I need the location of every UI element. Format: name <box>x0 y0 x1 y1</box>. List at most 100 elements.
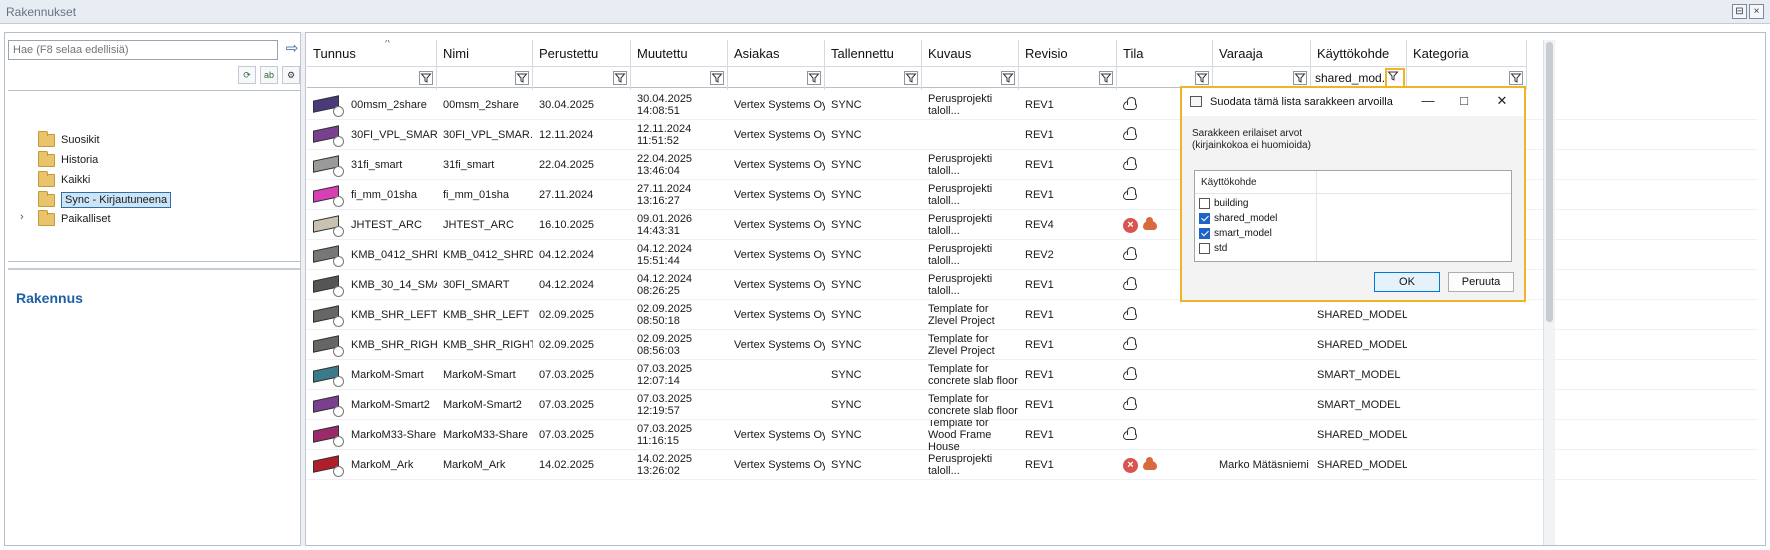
tree-item-historia[interactable]: Historia <box>38 150 98 169</box>
column-header[interactable]: Tallennettu <box>825 40 922 90</box>
cloud-icon[interactable] <box>1123 336 1137 350</box>
table-row[interactable]: JHTEST_ARC JHTEST_ARC 16.10.2025 09.01.2026… <box>307 210 1757 240</box>
column-header[interactable]: Varaaja <box>1213 40 1311 90</box>
table-row[interactable]: fi_mm_01sha fi_mm_01sha 27.11.2024 27.11.20… <box>307 180 1757 210</box>
panel-splitter[interactable] <box>300 32 306 546</box>
filter-icon[interactable] <box>904 71 918 85</box>
column-header[interactable]: Tila <box>1117 40 1213 90</box>
column-filter-box[interactable] <box>631 66 727 88</box>
column-filter-box[interactable] <box>922 66 1018 88</box>
scrollbar-thumb[interactable] <box>1546 42 1553 322</box>
filter-icon[interactable] <box>1385 68 1405 88</box>
cloud-icon[interactable] <box>1123 276 1137 290</box>
table-row[interactable]: 31fi_smart 31fi_smart 22.04.2025 22.04.2025… <box>307 150 1757 180</box>
filter-icon[interactable] <box>1509 71 1523 85</box>
column-header[interactable]: Asiakas <box>728 40 825 90</box>
column-header[interactable]: Perustettu <box>533 40 631 90</box>
option-shared-model[interactable]: shared_model <box>1199 211 1277 226</box>
table-row[interactable]: 00msm_2share 00msm_2share 30.04.2025 30.04.… <box>307 90 1757 120</box>
cloud-icon[interactable] <box>1123 306 1137 320</box>
table-row[interactable]: KMB_30_14_SMART130FI_SMART04.12.202404.1… <box>307 270 1757 300</box>
filter-icon[interactable] <box>1099 71 1113 85</box>
column-filter-box[interactable] <box>1213 66 1310 88</box>
cloud-icon[interactable] <box>1123 396 1137 410</box>
option-smart-model[interactable]: smart_model <box>1199 226 1272 241</box>
ok-button[interactable]: OK <box>1374 272 1440 292</box>
cloud-icon[interactable] <box>1123 426 1137 440</box>
vertical-scrollbar[interactable] <box>1543 40 1555 545</box>
column-header[interactable]: Muutettu <box>631 40 728 90</box>
close-button[interactable]: × <box>1749 4 1764 19</box>
maximize-icon[interactable]: □ <box>1454 93 1474 108</box>
cell-muutettu: 12.11.2024 11:51:52 <box>631 120 728 150</box>
cloud-icon[interactable] <box>1123 126 1137 140</box>
settings-icon[interactable]: ⚙ <box>282 66 300 84</box>
error-icon[interactable]: × <box>1123 457 1138 473</box>
table-row[interactable]: MarkoM-Smart MarkoM-Smart 07.03.2025 07.03.… <box>307 360 1757 390</box>
column-header[interactable]: Kategoria <box>1407 40 1527 90</box>
column-filter-box[interactable] <box>533 66 630 88</box>
column-header[interactable]: Tunnus ^ <box>307 40 437 90</box>
cloud-icon[interactable] <box>1123 366 1137 380</box>
model-thumbnail <box>309 212 349 238</box>
tree-item-paikalliset[interactable]: Paikalliset <box>38 209 111 228</box>
column-filter-box[interactable] <box>728 66 824 88</box>
column-header[interactable]: Kuvaus <box>922 40 1019 90</box>
filter-icon[interactable] <box>419 71 433 85</box>
checkbox[interactable] <box>1199 198 1210 209</box>
arrow-right-icon[interactable]: ⇨ <box>284 41 300 57</box>
option-std[interactable]: std <box>1199 241 1227 256</box>
column-filter-box[interactable] <box>825 66 921 88</box>
filter-icon[interactable] <box>1001 71 1015 85</box>
column-filter-box[interactable]: shared_mod... <box>1311 66 1406 88</box>
filter-icon[interactable] <box>710 71 724 85</box>
tree-item-suosikit[interactable]: Suosikit <box>38 130 100 149</box>
table-row[interactable]: KMB_SHR_RIGHT KMB_SHR_RIGHT 02.09.2025 02.0… <box>307 330 1757 360</box>
checkbox[interactable] <box>1199 213 1210 224</box>
close-icon[interactable]: ✕ <box>1492 93 1512 109</box>
cloud-icon[interactable] <box>1123 96 1137 110</box>
minimize-icon[interactable]: — <box>1418 93 1438 108</box>
column-filter-box[interactable] <box>1117 66 1212 88</box>
filter-icon[interactable] <box>807 71 821 85</box>
abc-icon[interactable]: ab <box>260 66 278 84</box>
cancel-button[interactable]: Peruuta <box>1448 272 1514 292</box>
filter-icon[interactable] <box>613 71 627 85</box>
column-filter-box[interactable] <box>1019 66 1116 88</box>
checkbox[interactable] <box>1199 243 1210 254</box>
table-row[interactable]: MarkoM_Ark MarkoM_Ark 14.02.2025 14.02.2025… <box>307 450 1757 480</box>
cell-text: Vertex Systems Oy <box>734 249 825 261</box>
table-row[interactable]: MarkoM33-Share MarkoM33-Share 07.03.2025 07… <box>307 420 1757 450</box>
restore-button[interactable]: ⊟ <box>1732 4 1747 19</box>
sort-ascending-icon[interactable]: ^ <box>385 40 390 49</box>
cloud-icon[interactable] <box>1123 186 1137 200</box>
cell-text: 14.02.2025 <box>539 459 595 471</box>
option-building[interactable]: building <box>1199 196 1248 211</box>
table-row[interactable]: 30FI_VPL_SMART1 30FI_VPL_SMAR... 12.11.202… <box>307 120 1757 150</box>
table-row[interactable]: MarkoM-Smart2 MarkoM-Smart2 07.03.2025 07.0… <box>307 390 1757 420</box>
search-input[interactable] <box>8 40 278 60</box>
tree-item-kaikki[interactable]: Kaikki <box>38 170 90 189</box>
column-filter-box[interactable] <box>307 66 436 88</box>
filter-icon[interactable] <box>1293 71 1307 85</box>
column-header[interactable]: Nimi <box>437 40 533 90</box>
checkbox[interactable] <box>1199 228 1210 239</box>
cloud-upload-icon[interactable] <box>1143 216 1157 230</box>
column-header[interactable]: Revisio <box>1019 40 1117 90</box>
table-row[interactable]: KMB_0412_SHRD KMB_0412_SHRD 04.12.2024 04.1… <box>307 240 1757 270</box>
chevron-right-icon[interactable]: › <box>20 211 24 223</box>
refresh-icon[interactable]: ⟳ <box>238 66 256 84</box>
error-icon[interactable]: × <box>1123 217 1138 233</box>
filter-icon[interactable] <box>515 71 529 85</box>
modified-datetime: 02.09.2025 08:50:18 <box>637 303 692 327</box>
tree-item-sync[interactable]: Sync - Kirjautuneena <box>38 190 172 209</box>
column-header[interactable]: Käyttökohde shared_mod... <box>1311 40 1407 90</box>
cloud-upload-icon[interactable] <box>1143 456 1157 470</box>
modified-date: 22.04.2025 <box>637 153 693 165</box>
table-row[interactable]: KMB_SHR_LEFT KMB_SHR_LEFT 02.09.2025 02.09.… <box>307 300 1757 330</box>
column-filter-box[interactable] <box>1407 66 1526 88</box>
cloud-icon[interactable] <box>1123 156 1137 170</box>
filter-icon[interactable] <box>1195 71 1209 85</box>
cloud-icon[interactable] <box>1123 246 1137 260</box>
column-filter-box[interactable] <box>437 66 532 88</box>
